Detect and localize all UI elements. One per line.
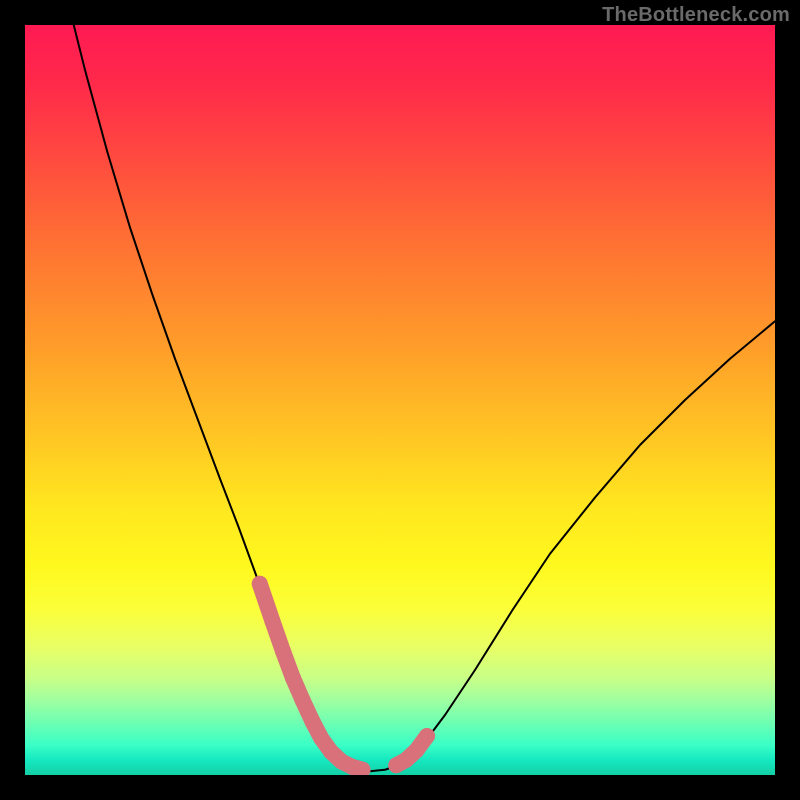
curve-layer <box>74 25 775 771</box>
highlight-dot <box>285 670 301 686</box>
highlight-dot <box>265 613 281 629</box>
curves-svg <box>25 25 775 775</box>
dot-layer <box>252 576 435 775</box>
curve-left-curve <box>74 25 344 768</box>
highlight-dot <box>304 713 320 729</box>
highlight-dot <box>295 692 311 708</box>
highlight-dot <box>275 643 291 659</box>
curve-right-curve <box>396 321 775 766</box>
chart-stage: TheBottleneck.com <box>0 0 800 800</box>
highlight-dot <box>409 742 425 758</box>
watermark-text: TheBottleneck.com <box>602 4 790 27</box>
plot-area <box>25 25 775 775</box>
highlight-dot <box>252 576 268 592</box>
highlight-dot <box>313 730 329 746</box>
highlight-left-highlight-dots <box>260 584 363 770</box>
highlight-dot <box>419 728 435 744</box>
